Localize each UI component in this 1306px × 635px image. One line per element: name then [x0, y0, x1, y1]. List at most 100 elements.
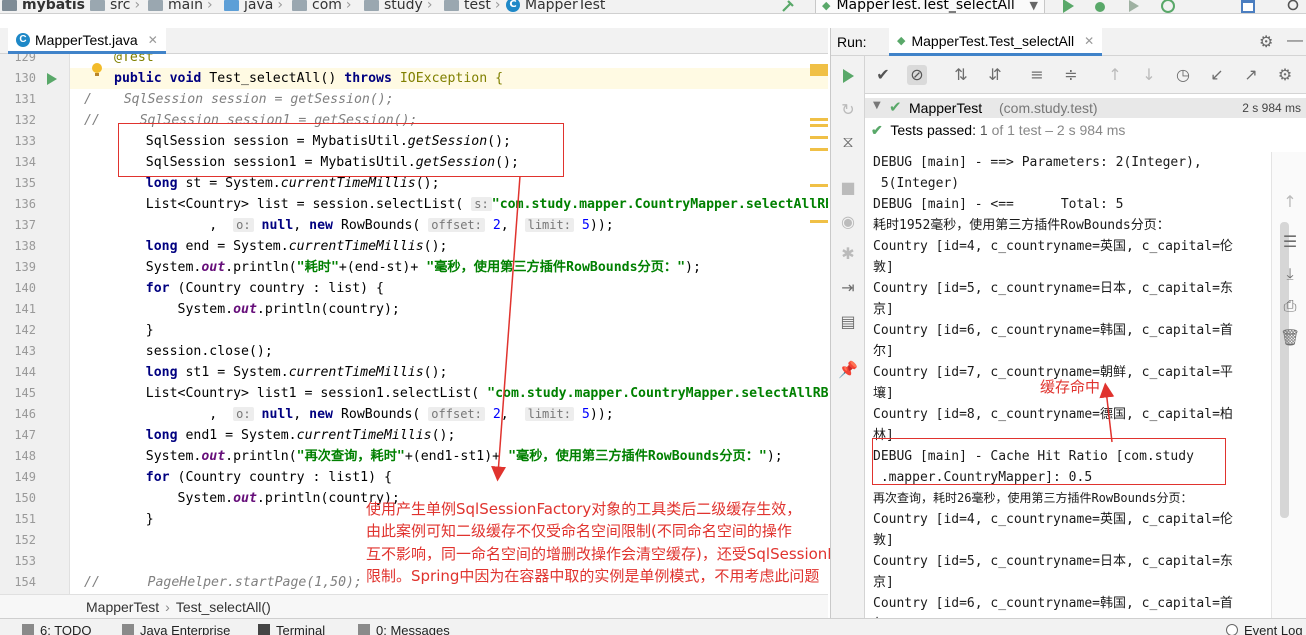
code-line: long end1 = System.currentTimeMillis();	[114, 428, 456, 443]
warning-marker[interactable]	[810, 184, 828, 187]
console-line: Country [id=6, c_countryname=韩国, c_capit…	[873, 596, 1233, 611]
folder-icon	[2, 0, 17, 11]
editor-breadcrumb: MapperTest › Test_selectAll()	[0, 594, 828, 618]
warning-marker[interactable]	[810, 124, 828, 127]
breadcrumb-main[interactable]: main ›	[148, 0, 219, 13]
code-line: public void Test_selectAll() throws IOEx…	[114, 71, 504, 86]
error-stripe[interactable]	[810, 54, 828, 594]
run-config-icon: ◆	[897, 35, 906, 47]
crumb-class[interactable]: MapperTest	[86, 599, 159, 615]
line-number: 139	[14, 260, 36, 274]
annotation-note-line-4: 限制。Spring中因为在容器中取的实例是单例模式，不用考虑此问题	[366, 567, 820, 585]
test-results-tree: ▼ ✔ MapperTest (com.study.test) 2 s 984 …	[865, 94, 1306, 152]
code-line: List<Country> list1 = session1.selectLis…	[114, 386, 828, 401]
print-icon[interactable]: ⎙	[1280, 296, 1300, 316]
show-passed-icon[interactable]: ✔	[873, 65, 893, 85]
run-config-icon: ◆	[822, 0, 831, 12]
camera-icon[interactable]: ◉	[838, 212, 858, 232]
console-line: 再次查询，耗时26毫秒，使用第三方插件RowBounds分页：	[873, 491, 1193, 505]
previous-failed-icon[interactable]: ↑	[1105, 65, 1125, 85]
expand-all-icon[interactable]: ≡	[1027, 65, 1047, 85]
close-tab-icon[interactable]: ✕	[148, 33, 158, 47]
warning-marker[interactable]	[810, 220, 828, 223]
run-test-gutter-icon[interactable]	[46, 72, 58, 86]
scroll-up-icon[interactable]: ↑	[1280, 192, 1300, 212]
scroll-to-end-icon[interactable]: ⤓	[1280, 264, 1300, 284]
soft-wrap-icon[interactable]: ☰	[1280, 232, 1300, 252]
close-tab-icon[interactable]: ✕	[1084, 34, 1094, 48]
crumb-method[interactable]: Test_selectAll()	[176, 599, 271, 615]
run-icon[interactable]	[1060, 0, 1076, 14]
line-number: 145	[14, 386, 36, 400]
rerun-failed-icon[interactable]: ↻	[838, 100, 858, 120]
java-enterprise-icon	[122, 624, 134, 635]
toggle-auto-test-icon[interactable]: ⧖	[838, 132, 858, 152]
coverage-icon[interactable]	[1126, 0, 1142, 14]
rerun-icon[interactable]	[840, 68, 856, 84]
console-line: 敦]	[873, 260, 894, 275]
sort-alphabetically-icon[interactable]: ⇅	[951, 65, 971, 85]
annotation-box-cache-hit	[872, 438, 1226, 485]
pin-icon[interactable]: 📌	[838, 360, 858, 380]
import-tests-icon[interactable]: ↙	[1207, 65, 1227, 85]
folder-icon	[224, 0, 239, 11]
check-icon: ✔	[889, 98, 902, 116]
clear-all-icon[interactable]: 🗑	[1280, 328, 1300, 348]
breadcrumb-java[interactable]: java ›	[224, 0, 289, 13]
console-line: 尔]	[873, 344, 894, 359]
warning-marker[interactable]	[810, 118, 828, 121]
navigation-bar: mybatis › src› main› java› com› study› t…	[0, 0, 1306, 14]
warning-marker[interactable]	[810, 64, 828, 76]
breadcrumb-project[interactable]: mybatis ›	[2, 0, 101, 13]
line-number: 141	[14, 302, 36, 316]
tool-window-todo[interactable]: 6: TODO	[22, 623, 92, 635]
breadcrumb-test[interactable]: test ›	[444, 0, 507, 13]
line-number: 153	[14, 554, 36, 568]
sort-by-duration-icon[interactable]: ⇵	[985, 65, 1005, 85]
run-configuration-select[interactable]: ◆ MapperTest.Test_selectAll ▼	[815, 0, 1045, 13]
debug-icon[interactable]	[1092, 0, 1108, 14]
tree-row-root[interactable]: ▼ ✔ MapperTest (com.study.test) 2 s 984 …	[865, 98, 1306, 118]
console-line: DEBUG [main] - <== Total: 5	[873, 197, 1124, 212]
breadcrumb-study[interactable]: study ›	[364, 0, 438, 13]
next-failed-icon[interactable]: ↓	[1139, 65, 1159, 85]
warning-marker[interactable]	[810, 148, 828, 151]
chevron-down-icon[interactable]: ▼	[873, 100, 881, 111]
tab-mappertest-java[interactable]: C MapperTest.java ✕	[8, 28, 166, 54]
line-number: 151	[14, 512, 36, 526]
run-tab[interactable]: ◆ MapperTest.Test_selectAll ✕	[889, 28, 1103, 56]
tool-window-event-log[interactable]: Event Log	[1226, 623, 1303, 635]
tool-window-messages[interactable]: 0: Messages	[358, 623, 450, 635]
search-everywhere-icon[interactable]	[1286, 0, 1302, 14]
line-number: 136	[14, 197, 36, 211]
tool-window-java-enterprise[interactable]: Java Enterprise	[122, 623, 230, 635]
stop-icon[interactable]: ■	[838, 178, 858, 198]
breadcrumb-com[interactable]: com ›	[292, 0, 358, 13]
breadcrumb-src[interactable]: src ›	[90, 0, 146, 13]
run-side-toolbar: ↻ ⧖ ■ ◉ ✱ ⇥ ▤ 📌	[831, 56, 865, 618]
layout-icon[interactable]: ▤	[838, 312, 858, 332]
settings-icon[interactable]: ✱	[838, 244, 858, 264]
build-hammer-icon[interactable]	[780, 0, 796, 14]
code-line: / SqlSession session = getSession();	[84, 92, 394, 107]
line-number: 150	[14, 491, 36, 505]
intention-bulb-icon[interactable]	[90, 62, 104, 78]
export-tests-icon[interactable]: ↗	[1241, 65, 1261, 85]
gear-icon[interactable]: ⚙	[1259, 32, 1273, 52]
run-tool-window: Run: ◆ MapperTest.Test_selectAll ✕ ⚙ — ↻…	[830, 28, 1306, 618]
console-line: 敦]	[873, 533, 894, 548]
breadcrumb-current-class[interactable]: C MapperTest	[506, 0, 605, 13]
collapse-all-icon[interactable]: ≑	[1061, 65, 1081, 85]
tool-window-terminal[interactable]: Terminal	[258, 623, 325, 635]
warning-marker[interactable]	[810, 136, 828, 139]
show-ignored-icon[interactable]: ⊘	[907, 65, 927, 85]
hide-panel-icon[interactable]: —	[1287, 32, 1303, 50]
project-structure-icon[interactable]	[1240, 0, 1256, 14]
todo-icon	[22, 624, 34, 635]
test-runner-toolbar: ✔ ⊘ ⇅ ⇵ ≡ ≑ ↑ ↓ ◷ ↙ ↗ ⚙	[865, 56, 1306, 94]
profile-icon[interactable]	[1160, 0, 1176, 14]
import-icon[interactable]: ⇥	[838, 278, 858, 298]
settings-gear-icon[interactable]: ⚙	[1275, 65, 1295, 85]
console-line: 京]	[873, 302, 894, 317]
history-icon[interactable]: ◷	[1173, 65, 1193, 85]
